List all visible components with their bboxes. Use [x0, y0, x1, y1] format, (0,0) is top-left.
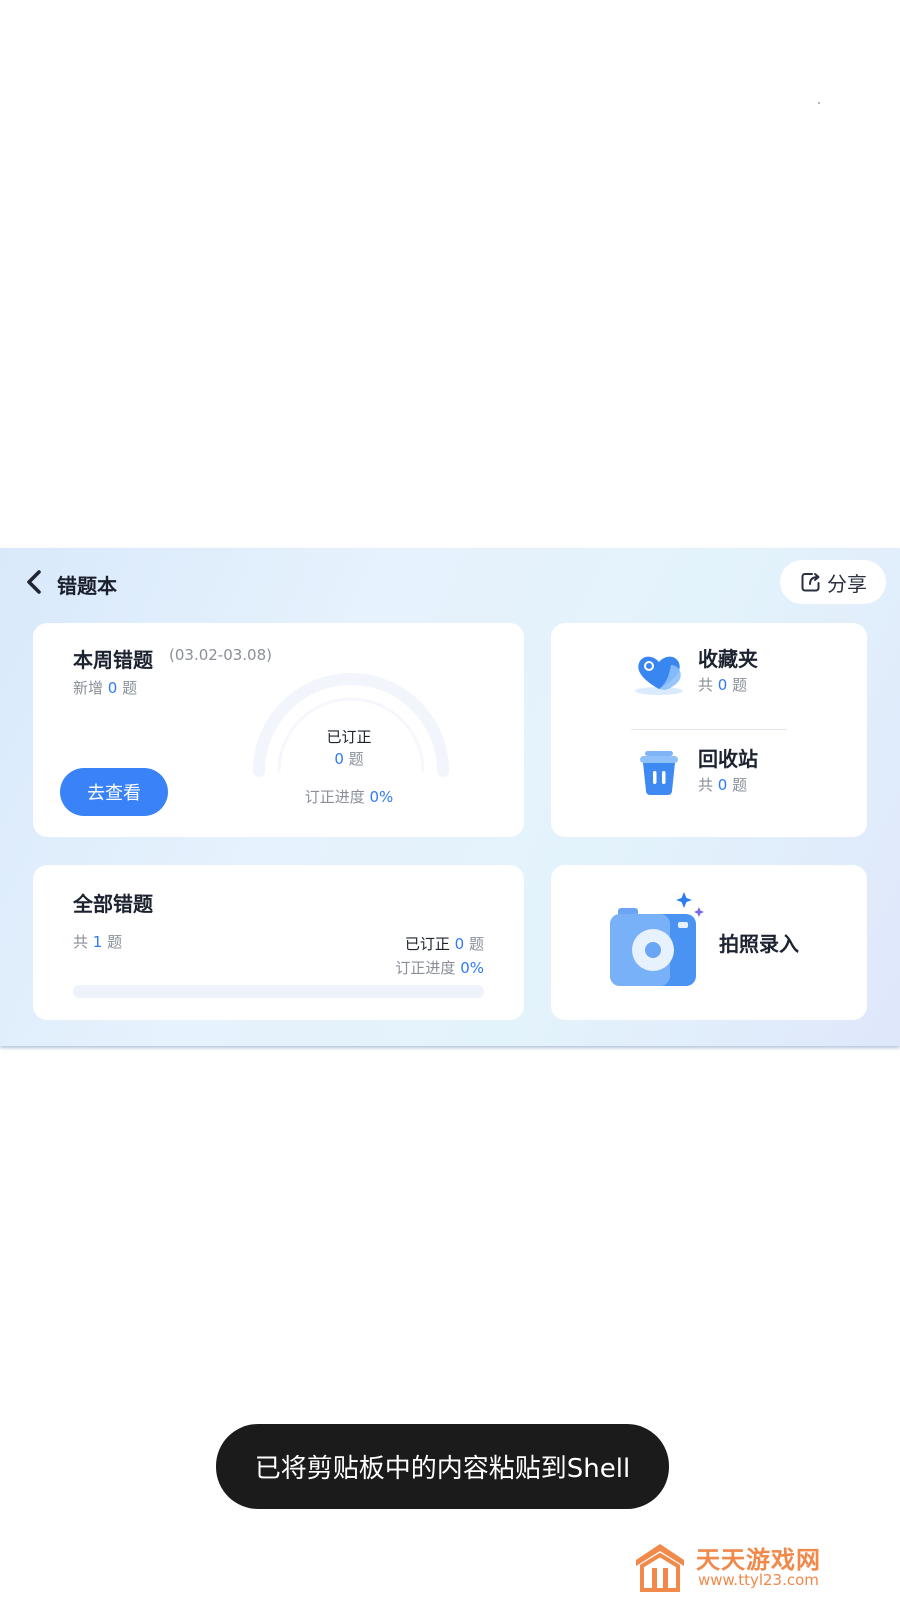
heart-folder-icon	[635, 656, 683, 695]
all-mistakes-count: 共 1 题	[73, 933, 123, 951]
share-icon	[801, 573, 820, 592]
favorites-name: 收藏夹	[698, 647, 758, 671]
chevron-left-icon[interactable]	[22, 567, 48, 597]
clipboard-toast: 已将剪贴板中的内容粘贴到Shell	[216, 1424, 669, 1509]
weekly-mistakes-card: 本周错题 (03.02-03.08) 新增 0 题 已订正 0 题 订正进度 0…	[33, 623, 524, 837]
recycle-count: 共 0 题	[698, 776, 748, 794]
all-mistakes-card[interactable]: 全部错题 共 1 题 已订正 0 题 订正进度 0%	[33, 865, 524, 1020]
watermark: 天天游戏网 www.ttyl23.com	[632, 1538, 892, 1596]
share-label: 分享	[827, 571, 867, 596]
gauge-corrected-count: 0 题	[334, 750, 364, 768]
watermark-url: www.ttyl23.com	[698, 1571, 819, 1589]
weekly-date-range: (03.02-03.08)	[169, 646, 273, 664]
stray-dot	[818, 102, 820, 104]
weekly-title: 本周错题	[73, 648, 153, 672]
all-progress: 订正进度 0%	[395, 959, 484, 977]
mistake-book-panel: 错题本 分享 本周错题 (03.02-03.08) 新增 0 题 已订正 0 题…	[0, 548, 900, 1046]
all-progress-bar	[73, 985, 484, 998]
page: { "header": { "title": "错题本", "share_lab…	[0, 0, 900, 1600]
house-logo-icon	[636, 1544, 684, 1592]
folder-divider	[631, 729, 787, 730]
photo-entry-card[interactable]: 拍照录入	[551, 865, 867, 1020]
folders-card: 收藏夹 共 0 题 回收站 共 0 题	[551, 623, 867, 837]
watermark-name: 天天游戏网	[696, 1546, 821, 1574]
recycle-name: 回收站	[698, 747, 758, 771]
weekly-progress: 订正进度 0%	[304, 788, 394, 806]
favorites-count: 共 0 题	[698, 676, 748, 694]
favorites-folder[interactable]: 收藏夹 共 0 题	[621, 635, 821, 711]
gauge-corrected-label: 已订正	[326, 728, 372, 746]
photo-entry-label: 拍照录入	[719, 932, 799, 956]
photo-entry-button[interactable]: 拍照录入	[606, 890, 816, 995]
trash-icon	[640, 751, 678, 795]
all-mistakes-title: 全部错题	[73, 892, 153, 916]
view-button[interactable]: 去查看	[60, 768, 168, 816]
all-corrected-count: 已订正 0 题	[404, 935, 484, 953]
weekly-new-count: 新增 0 题	[73, 679, 138, 697]
camera-icon	[610, 892, 704, 986]
recycle-folder[interactable]: 回收站 共 0 题	[621, 735, 821, 811]
share-button[interactable]: 分享	[780, 560, 886, 604]
page-title: 错题本	[57, 574, 117, 598]
